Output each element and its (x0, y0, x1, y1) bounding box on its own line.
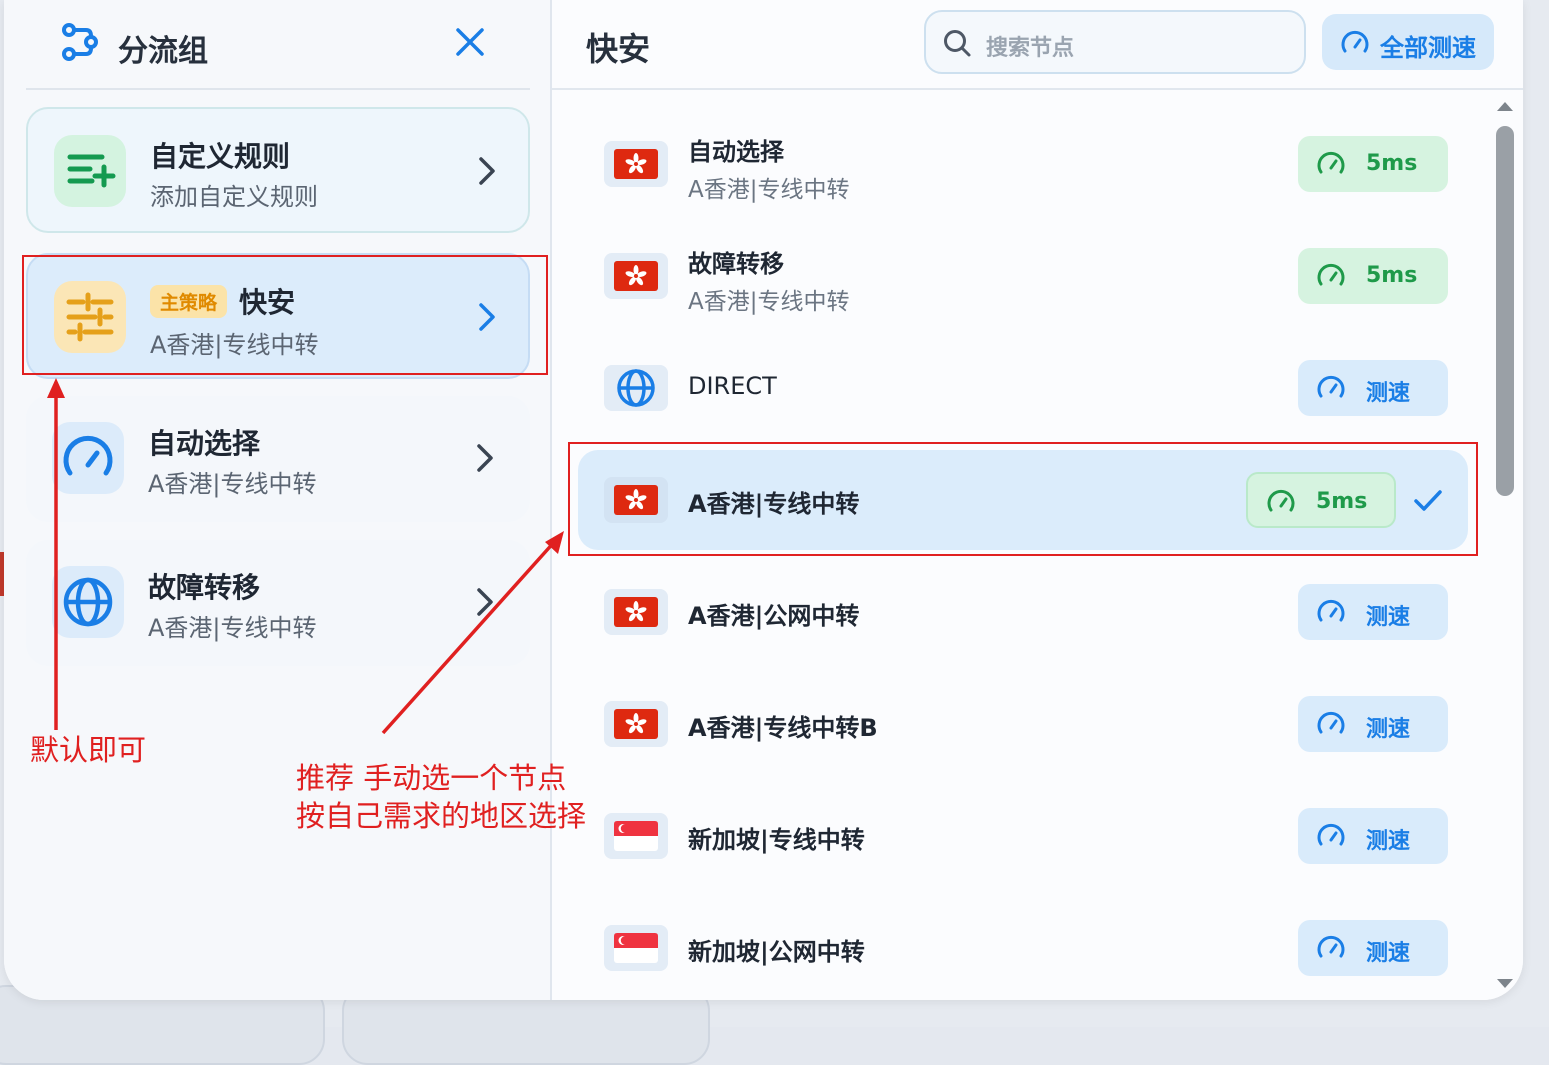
speed-test-all-button[interactable]: 全部测速 (1322, 14, 1494, 70)
node-name: A香港|公网中转 (688, 596, 859, 631)
add-list-icon (54, 135, 126, 207)
node-name: 新加坡|公网中转 (688, 932, 865, 967)
sidebar-title: 分流组 (118, 26, 208, 70)
speedometer-icon (1340, 28, 1370, 58)
latency-button[interactable]: 5ms (1298, 248, 1448, 304)
rule-item-auto-select[interactable]: 自动选择 A香港|专线中转 (26, 396, 530, 522)
speedometer-icon (1316, 149, 1346, 179)
hk-flag-icon (604, 589, 668, 635)
latency-value: 5ms (1366, 263, 1417, 288)
annotation-box-node (568, 442, 1478, 556)
node-name: 新加坡|专线中转 (688, 820, 865, 855)
node-name: DIRECT (688, 372, 777, 400)
node-list-header: 快安 搜索节点 全部测速 (552, 0, 1523, 90)
proxy-groups-sidebar: 分流组 自定义规则 添加自定义规则 (4, 0, 550, 1000)
search-input[interactable]: 搜索节点 (924, 10, 1306, 74)
latency-button[interactable]: 5ms (1298, 136, 1448, 192)
rule-item-custom[interactable]: 自定义规则 添加自定义规则 (26, 107, 530, 233)
search-placeholder: 搜索节点 (986, 30, 1074, 62)
speedometer-icon (1316, 261, 1346, 291)
rule-item-title: 自定义规则 (150, 135, 290, 175)
node-item[interactable]: DIRECT 测速 (578, 338, 1468, 438)
search-icon (942, 28, 972, 58)
speedometer-icon (1316, 597, 1346, 627)
speed-test-button[interactable]: 测速 (1298, 696, 1448, 752)
annotation-box-strategy (22, 255, 548, 375)
chevron-right-icon (472, 440, 498, 476)
node-name: 故障转移 (688, 244, 784, 279)
rule-item-subtitle: 添加自定义规则 (150, 177, 318, 212)
annotation-recommend-line1: 推荐 手动选一个节点 (296, 758, 566, 798)
speedometer-icon (52, 422, 124, 494)
node-name: 自动选择 (688, 132, 784, 167)
route-icon (60, 22, 100, 62)
scroll-up-arrow-icon[interactable] (1497, 102, 1513, 111)
header-divider (26, 88, 530, 90)
node-item[interactable]: 新加坡|专线中转 测速 (578, 786, 1468, 886)
rule-item-subtitle: A香港|专线中转 (148, 464, 317, 499)
sg-flag-icon (604, 925, 668, 971)
rule-item-subtitle: A香港|专线中转 (148, 608, 317, 643)
node-sub: A香港|专线中转 (688, 170, 849, 204)
sidebar-header: 分流组 (4, 0, 550, 90)
globe-icon (52, 566, 124, 638)
rule-item-title: 自动选择 (148, 422, 260, 462)
node-item[interactable]: A香港|公网中转 测速 (578, 562, 1468, 662)
rule-item-title: 故障转移 (148, 566, 260, 606)
node-item[interactable]: 故障转移 A香港|专线中转 5ms (578, 226, 1468, 326)
group-title: 快安 (586, 24, 650, 70)
speed-test-button[interactable]: 测速 (1298, 360, 1448, 416)
speedometer-icon (1316, 821, 1346, 851)
globe-icon (604, 365, 668, 411)
latency-value: 5ms (1366, 151, 1417, 176)
speed-test-label: 测速 (1366, 711, 1410, 743)
hk-flag-icon (604, 701, 668, 747)
chevron-right-icon (474, 153, 500, 189)
chevron-right-icon (472, 584, 498, 620)
node-name: A香港|专线中转B (688, 708, 878, 743)
speed-test-label: 测速 (1366, 935, 1410, 967)
speed-test-button[interactable]: 测速 (1298, 920, 1448, 976)
node-item[interactable]: 自动选择 A香港|专线中转 5ms (578, 114, 1468, 214)
speed-test-all-label: 全部测速 (1380, 28, 1476, 63)
hk-flag-icon (604, 253, 668, 299)
speed-test-label: 测速 (1366, 823, 1410, 855)
annotation-default-note: 默认即可 (30, 730, 146, 770)
node-item[interactable]: 新加坡|公网中转 测速 (578, 898, 1468, 998)
node-item[interactable]: A香港|专线中转B 测速 (578, 674, 1468, 774)
speedometer-icon (1316, 709, 1346, 739)
sg-flag-icon (604, 813, 668, 859)
scrollbar-thumb[interactable] (1496, 126, 1514, 496)
node-sub: A香港|专线中转 (688, 282, 849, 316)
annotation-recommend-line2: 按自己需求的地区选择 (296, 796, 586, 836)
header-divider (552, 88, 1523, 90)
speed-test-button[interactable]: 测速 (1298, 584, 1448, 640)
speedometer-icon (1316, 373, 1346, 403)
hk-flag-icon (604, 141, 668, 187)
speedometer-icon (1316, 933, 1346, 963)
scroll-down-arrow-icon[interactable] (1497, 979, 1513, 988)
speed-test-button[interactable]: 测速 (1298, 808, 1448, 864)
speed-test-label: 测速 (1366, 599, 1410, 631)
rule-item-failover[interactable]: 故障转移 A香港|专线中转 (26, 540, 530, 666)
speed-test-label: 测速 (1366, 375, 1410, 407)
close-icon[interactable] (452, 24, 488, 60)
